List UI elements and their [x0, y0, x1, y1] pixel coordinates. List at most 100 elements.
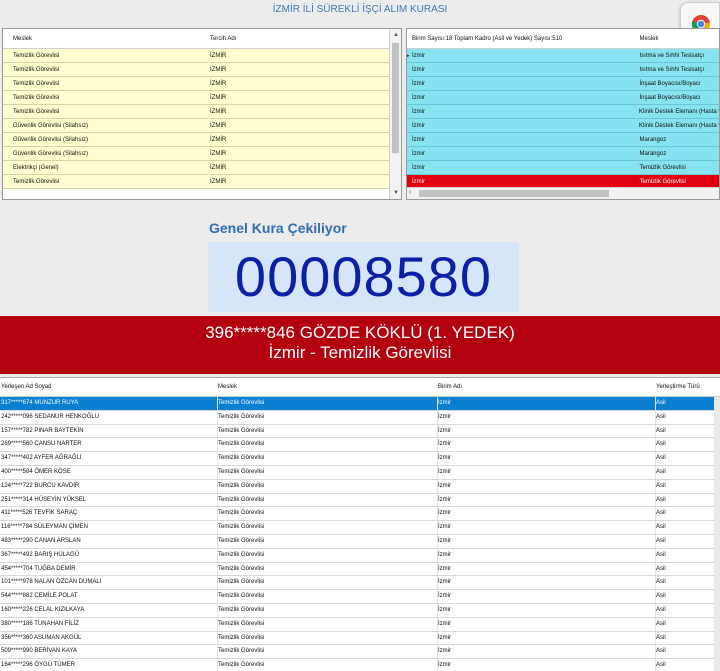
table-row[interactable]: 380*****186 TUNAHAN FİLİZ Temizlik Görevl…: [0, 617, 720, 632]
name-cell: 160*****226 CELAL KIZILKAYA: [0, 603, 218, 617]
unit-cell: İzmir: [438, 548, 656, 562]
table-row[interactable]: 269*****560 CANSU NARTER Temizlik Görevli…: [0, 438, 720, 453]
list-item[interactable]: İzmir Klinik Destek Elemanı (Hasta ve Yaş…: [407, 119, 719, 133]
unit-cell: İzmir: [438, 465, 656, 479]
placement-type-cell: Asil: [656, 590, 720, 603]
winner-position: İzmir - Temizlik Görevlisi: [268, 343, 452, 362]
table-row[interactable]: 454*****704 TUĞBA DEMİR Temizlik Görevlis…: [0, 562, 720, 577]
preference-rows: Temizlik Görevlisi İZMİR Temizlik Görevlis…: [3, 49, 401, 189]
unit-cell: İzmir: [438, 617, 656, 631]
name-cell: 367*****492 BARIŞ HÜLAGÜ: [0, 548, 218, 562]
profession-cell: Temizlik Görevlisi: [218, 479, 438, 493]
list-item[interactable]: Temizlik Görevlisi İZMİR: [3, 105, 401, 119]
unit-rows: ▸ İzmir Isıtma ve Sıhhi Tesisatçı İzmir Isıt…: [407, 49, 719, 189]
profession-cell: Marangoz: [639, 136, 667, 143]
name-cell: 544*****882 CEMİLE POLAT: [0, 590, 218, 603]
scroll-up-icon[interactable]: ▲: [390, 29, 401, 41]
name-cell: 164*****296 ÖYGÜ TÜMER: [0, 659, 218, 671]
unit-cell: İzmir: [438, 521, 656, 534]
list-item[interactable]: İzmir İnşaat Boyacısı/Boyacı: [407, 91, 719, 105]
list-item[interactable]: İzmir Marangoz: [407, 133, 719, 147]
scrollbar-thumb[interactable]: [392, 43, 399, 153]
profession-cell: Güvenlik Görevlisi (Silahsız): [13, 136, 89, 143]
list-item[interactable]: İzmir Isıtma ve Sıhhi Tesisatçı: [407, 63, 719, 77]
preference-cell: İZMİR: [210, 122, 227, 129]
table-row[interactable]: 509*****990 BERİVAN KAYA Temizlik Görevli…: [0, 645, 720, 660]
list-item[interactable]: İzmir Marangoz: [407, 147, 719, 161]
table-row[interactable]: 157*****782 PINAR BAYTEKİN Temizlik Görev…: [0, 424, 720, 439]
list-item[interactable]: Temizlik Görevlisi İZMİR: [3, 63, 401, 77]
placement-type-cell: Asil: [656, 465, 720, 479]
vertical-scrollbar[interactable]: ▲ ▼: [389, 29, 401, 199]
table-row[interactable]: 124*****722 BURCU KAVDIR Temizlik Görevli…: [0, 479, 720, 494]
profession-cell: Klinik Destek Elemanı (Hasta ve Yaşlı Re…: [639, 122, 719, 129]
name-cell: 411*****526 TEVFİK SARAÇ: [0, 507, 218, 521]
table-row[interactable]: 356*****360 ASUMAN AKGÜL Temizlik Görevli…: [0, 631, 720, 646]
column-header-profession: Meslek: [218, 384, 238, 390]
table-row[interactable]: 483*****290 CANAN ARSLAN Temizlik Görevli…: [0, 534, 720, 549]
column-header-name: Yerleşen Ad Soyad: [1, 384, 52, 390]
unit-cell: İzmir: [411, 122, 425, 129]
profession-cell: Isıtma ve Sıhhi Tesisatçı: [639, 66, 705, 73]
list-item[interactable]: ▸ İzmir Isıtma ve Sıhhi Tesisatçı: [407, 49, 719, 63]
table-row[interactable]: 164*****296 ÖYGÜ TÜMER Temizlik Görevlisi…: [0, 659, 720, 671]
profession-cell: Temizlik Görevlisi: [13, 80, 60, 87]
table-row[interactable]: 317*****674 MUNZUR RUYA Temizlik Görevlis…: [0, 397, 720, 411]
table-row[interactable]: 116*****784 SÜLEYMAN ÇİMEN Temizlik Görev…: [0, 521, 720, 535]
list-item[interactable]: Temizlik Görevlisi İZMİR: [3, 49, 401, 63]
profession-cell: Temizlik Görevlisi: [218, 659, 438, 671]
unit-cell: İzmir: [438, 507, 656, 521]
table-row[interactable]: 411*****526 TEVFİK SARAÇ Temizlik Görevli…: [0, 507, 720, 522]
profession-cell: Klinik Destek Elemanı (Hasta ve Yaşlı Re…: [639, 108, 719, 115]
scrollbar-thumb[interactable]: [419, 190, 609, 197]
table-row[interactable]: 242*****096 SEDANUR HENKOĞLU Temizlik Gör…: [0, 410, 720, 425]
profession-cell: Temizlik Görevlisi: [218, 438, 438, 452]
list-item[interactable]: Temizlik Görevlisi İZMİR: [3, 77, 401, 91]
preference-cell: İZMİR: [210, 66, 227, 73]
unit-cell: İzmir: [411, 150, 425, 157]
list-item[interactable]: Güvenlik Görevlisi (Silahsız) İZMİR: [3, 147, 401, 161]
horizontal-scrollbar[interactable]: ‹: [407, 187, 719, 199]
table-row[interactable]: 544*****882 CEMİLE POLAT Temizlik Görevli…: [0, 590, 720, 604]
list-item[interactable]: Güvenlik Görevlisi (Silahsız) İZMİR: [3, 133, 401, 147]
profession-cell: Temizlik Görevlisi: [218, 410, 438, 424]
scroll-down-icon[interactable]: ▼: [390, 187, 401, 199]
table-row[interactable]: 101*****978 NALAN ÖZCAN DUMALI Temizlik G…: [0, 576, 720, 591]
placement-type-cell: Asil: [656, 479, 720, 493]
list-item[interactable]: İzmir İnşaat Boyacısı/Boyacı: [407, 77, 719, 91]
list-item[interactable]: Güvenlik Görevlisi (Silahsız) İZMİR: [3, 119, 401, 133]
column-header-profession: Meslek: [13, 35, 33, 42]
profession-cell: Temizlik Görevlisi: [218, 548, 438, 562]
list-item[interactable]: Temizlik Görevlisi İZMİR: [3, 175, 401, 189]
profession-cell: Temizlik Görevlisi: [218, 452, 438, 465]
profession-cell: Temizlik Görevlisi: [218, 521, 438, 534]
table-row[interactable]: 160*****226 CELAL KIZILKAYA Temizlik Göre…: [0, 603, 720, 618]
column-header-preference: Tercih Adı: [210, 35, 237, 42]
table-row[interactable]: 251*****314 HÜSEYİN YÜKSEL Temizlik Görev…: [0, 493, 720, 508]
placement-type-cell: Asil: [656, 659, 720, 671]
profession-cell: Temizlik Görevlisi: [218, 465, 438, 479]
name-cell: 242*****096 SEDANUR HENKOĞLU: [0, 410, 218, 424]
name-cell: 116*****784 SÜLEYMAN ÇİMEN: [0, 521, 218, 534]
table-row[interactable]: 400*****584 ÖMER KÖSE Temizlik Görevlisi İ…: [0, 465, 720, 480]
unit-cell: İzmir: [438, 424, 656, 438]
table-row[interactable]: 347*****402 AYFER AĞRAĞLI Temizlik Görevl…: [0, 452, 720, 466]
profession-cell: Temizlik Görevlisi: [13, 94, 60, 101]
unit-cell: İzmir: [438, 645, 656, 659]
name-cell: 317*****674 MUNZUR RUYA: [0, 397, 218, 410]
table-row[interactable]: 367*****492 BARIŞ HÜLAGÜ Temizlik Görevli…: [0, 548, 720, 563]
list-item[interactable]: İzmir Temizlik Görevlisi: [407, 161, 719, 175]
unit-cell: İzmir: [438, 410, 656, 424]
results-table: Yerleşen Ad Soyad Meslek Birim Adı Yerle…: [0, 377, 720, 671]
list-item[interactable]: İzmir Klinik Destek Elemanı (Hasta ve Yaş…: [407, 105, 719, 119]
preference-cell: İZMİR: [210, 80, 227, 87]
profession-cell: Güvenlik Görevlisi (Silahsız): [13, 122, 89, 129]
list-item[interactable]: Elektrikçi (Genel) İZMİR: [3, 161, 401, 175]
vertical-scrollbar[interactable]: [714, 397, 720, 671]
scroll-left-icon[interactable]: ‹: [409, 189, 411, 196]
unit-cell: İzmir: [438, 452, 656, 465]
list-item[interactable]: Temizlik Görevlisi İZMİR: [3, 91, 401, 105]
unit-cell: İzmir: [411, 52, 425, 59]
placement-type-cell: Asil: [656, 617, 720, 631]
unit-cell: İzmir: [438, 590, 656, 603]
